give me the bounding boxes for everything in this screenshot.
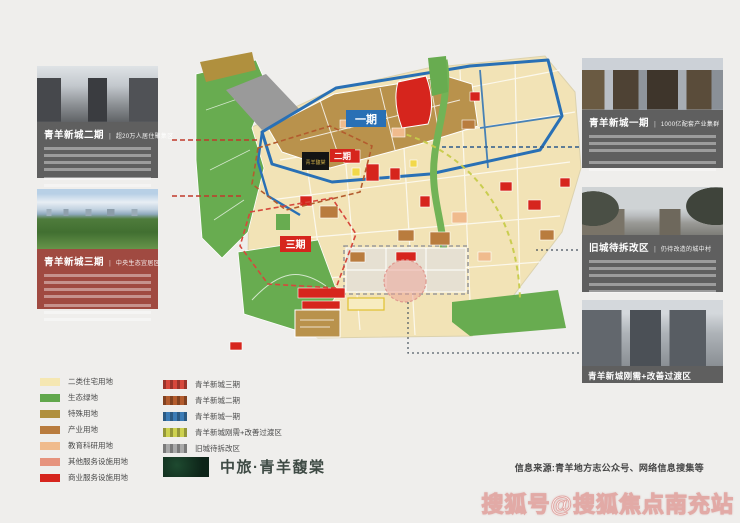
legend-label: 产业用地 [68, 425, 98, 434]
legend-land-use: 二类住宅用地 生态绿地 特殊用地 产业用地 教育科研用地 其他服务设施用地 商业… [40, 377, 128, 489]
brand-name: 中旅·青羊馥棠 [220, 456, 326, 477]
legend-item: 二类住宅用地 [40, 377, 128, 386]
svg-text:青羊馥棠: 青羊馥棠 [305, 159, 325, 166]
card-body-text-lines [44, 147, 151, 171]
legend-item: 青羊新城三期 [163, 380, 282, 389]
legend-label: 青羊新城刚需+改善过渡区 [195, 428, 282, 437]
legend-label: 其他服务设施用地 [68, 457, 128, 466]
legend-swatch [40, 410, 60, 418]
legend-phases: 青羊新城三期 青羊新城二期 青羊新城一期 青羊新城刚需+改善过渡区 旧城待拆改区 [163, 380, 282, 460]
legend-label: 青羊新城三期 [195, 380, 240, 389]
legend-label: 商业服务设施用地 [68, 473, 128, 482]
card-subtitle: 超20万人居住聚集区 [116, 131, 174, 140]
card-phase2: 青羊新城二期 | 超20万人居住聚集区 [37, 66, 158, 178]
title-divider: | [109, 260, 111, 267]
phase1-map-label: 一期 [346, 110, 386, 127]
card-subtitle: 中央生态宜居区 [116, 258, 160, 267]
poster-canvas: 一期 二期 三期 青羊馥棠 青羊新城二期 | 超2 [0, 0, 740, 523]
oldtown-photo [582, 187, 723, 235]
legend-label: 旧城待拆改区 [195, 444, 240, 453]
legend-swatch [40, 394, 60, 402]
card-subtitle: 仍待改造的城中村 [661, 244, 711, 253]
watermark-text: 搜狐号@搜狐焦点南充站 [482, 487, 734, 519]
legend-item: 特殊用地 [40, 409, 128, 418]
legend-swatch [163, 396, 187, 405]
card-title: 青羊新城三期 [44, 254, 104, 268]
card-title: 青羊新城一期 [589, 115, 649, 129]
legend-item: 青羊新城一期 [163, 412, 282, 421]
legend-swatch [40, 426, 60, 434]
phase2-photo [37, 66, 158, 122]
card-phase3: 青羊新城三期 | 中央生态宜居区 [37, 189, 158, 309]
transition-photo [582, 300, 723, 366]
legend-swatch [40, 378, 60, 386]
legend-item: 商业服务设施用地 [40, 473, 128, 482]
card-transition: 青羊新城刚需+改善过渡区 [582, 300, 723, 383]
card-body-text-lines [44, 274, 151, 298]
legend-label: 教育科研用地 [68, 441, 113, 450]
legend-item: 生态绿地 [40, 393, 128, 402]
card-title: 旧城待拆改区 [589, 240, 649, 254]
legend-item: 其他服务设施用地 [40, 457, 128, 466]
legend-swatch [40, 442, 60, 450]
legend-swatch [163, 380, 187, 389]
card-phase1: 青羊新城一期 | 1000亿配套产业集群 [582, 58, 723, 168]
svg-text:二期: 二期 [334, 151, 352, 161]
title-divider: | [654, 246, 656, 253]
legend-item: 产业用地 [40, 425, 128, 434]
legend-swatch [163, 428, 187, 437]
title-divider: | [654, 121, 656, 128]
legend-swatch [40, 458, 60, 466]
card-body-text-lines [589, 161, 716, 174]
brand-block: 中旅·青羊馥棠 [163, 456, 326, 477]
legend-item: 青羊新城二期 [163, 396, 282, 405]
source-note: 信息来源:青羊地方志公众号、网络信息搜集等 [515, 461, 704, 474]
legend-swatch [40, 474, 60, 482]
title-divider: | [109, 133, 111, 140]
legend-label: 青羊新城一期 [195, 412, 240, 421]
project-marker: 青羊馥棠 [302, 152, 329, 170]
legend-item: 青羊新城刚需+改善过渡区 [163, 428, 282, 437]
legend-swatch [163, 412, 187, 421]
legend-label: 特殊用地 [68, 409, 98, 418]
card-oldtown: 旧城待拆改区 | 仍待改造的城中村 [582, 187, 723, 292]
legend-item: 旧城待拆改区 [163, 444, 282, 453]
legend-label: 青羊新城二期 [195, 396, 240, 405]
legend-item: 教育科研用地 [40, 441, 128, 450]
map-improvement-circle [384, 260, 426, 302]
legend-swatch [163, 444, 187, 453]
phase3-map-label: 三期 [280, 236, 311, 252]
card-body-text-lines [44, 304, 151, 321]
phase3-photo [37, 189, 158, 249]
legend-label: 二类住宅用地 [68, 377, 113, 386]
card-body-text-lines [589, 260, 716, 277]
card-title: 青羊新城刚需+改善过渡区 [582, 366, 723, 386]
legend-label: 生态绿地 [68, 393, 98, 402]
brand-logo-image [163, 457, 209, 477]
svg-text:一期: 一期 [355, 112, 377, 126]
map-commercial-large [396, 76, 432, 128]
phase2-map-label: 二期 [330, 149, 355, 162]
svg-text:三期: 三期 [286, 238, 306, 251]
card-body-text-lines [589, 135, 716, 155]
card-subtitle: 1000亿配套产业集群 [661, 119, 720, 128]
card-title: 青羊新城二期 [44, 127, 104, 141]
phase1-photo [582, 58, 723, 110]
card-body-text-lines [589, 283, 716, 296]
